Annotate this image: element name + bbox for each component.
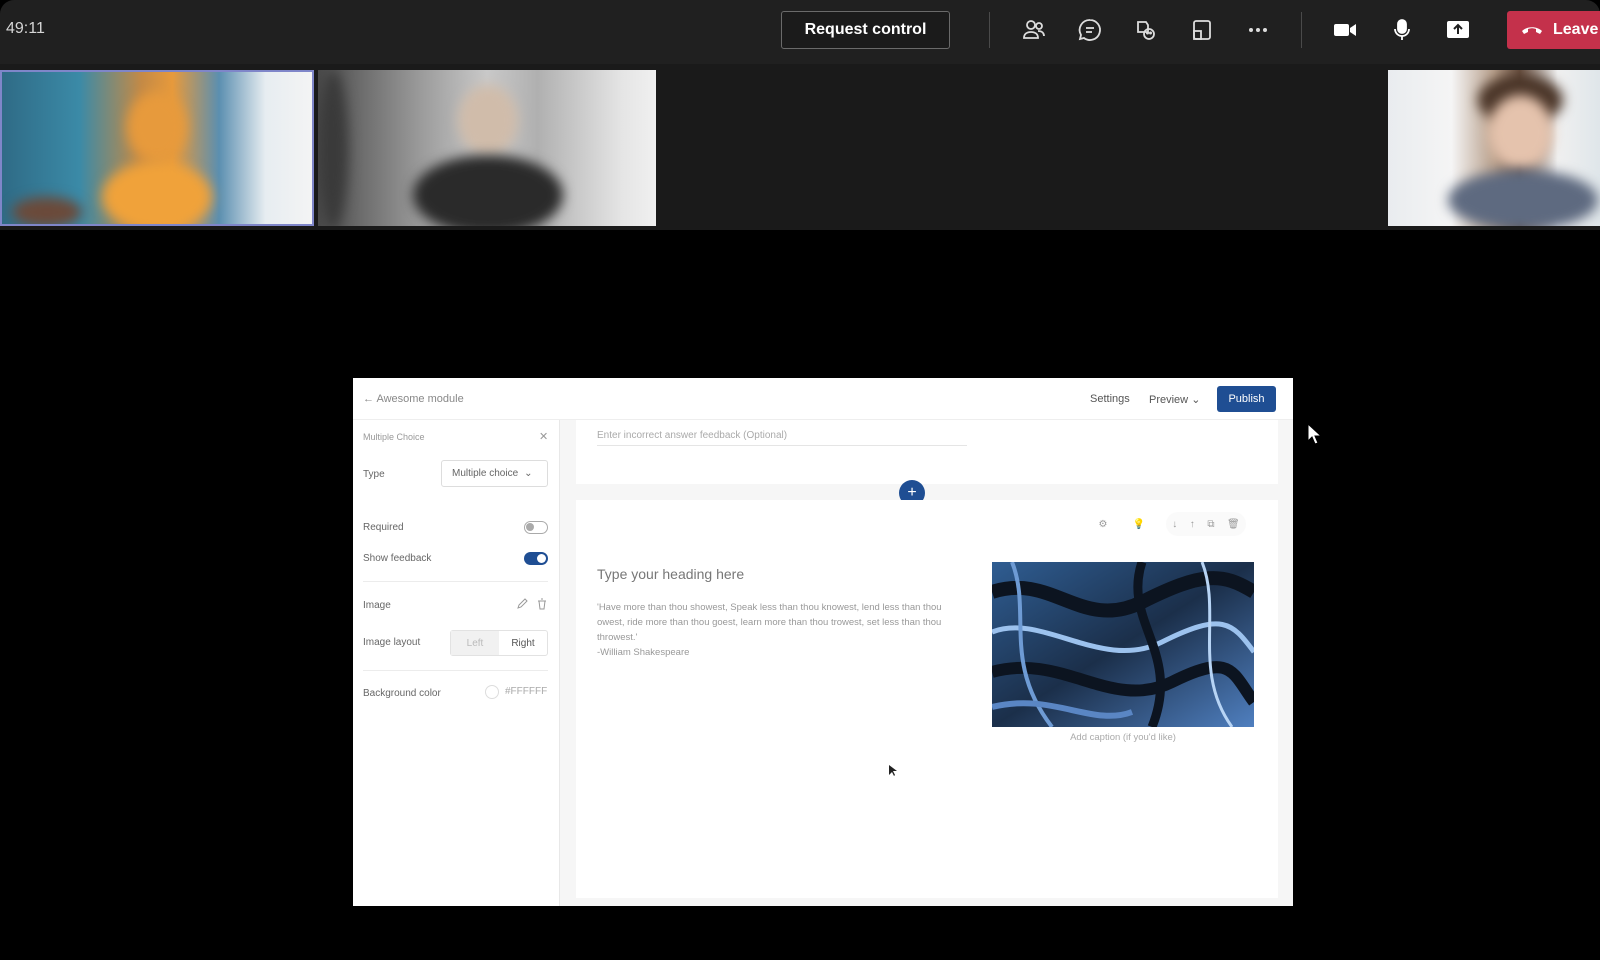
camera-icon[interactable]: [1331, 16, 1359, 44]
divider: [363, 670, 548, 671]
background-color-label: Background color: [363, 688, 441, 699]
image-layout-label: Image layout: [363, 637, 421, 648]
remote-cursor-icon: [889, 765, 897, 776]
shared-screen: ← Awesome module Settings Preview ⌄ Publ…: [353, 378, 1293, 906]
marble-image[interactable]: [992, 562, 1254, 727]
meeting-toolbar: 49:11 Request control Leave: [0, 0, 1600, 64]
show-feedback-label: Show feedback: [363, 553, 432, 564]
participant-video-strip: [0, 64, 1600, 230]
type-value: Multiple choice: [452, 468, 519, 479]
chevron-down-icon: ⌄: [1191, 394, 1201, 406]
share-screen-icon[interactable]: [1444, 16, 1472, 44]
divider: [363, 581, 548, 582]
settings-link[interactable]: Settings: [1090, 393, 1130, 405]
back-link[interactable]: ← Awesome module: [363, 393, 464, 405]
copy-icon[interactable]: ⧉: [1207, 519, 1214, 530]
meeting-timer: 49:11: [6, 20, 45, 37]
color-hex-input[interactable]: #FFFFFF: [505, 686, 547, 697]
block-actions: ↓ ↑ ⧉ 🗑: [1166, 512, 1246, 536]
chevron-down-icon: ⌄: [524, 468, 533, 479]
trash-icon[interactable]: 🗑: [1227, 519, 1240, 530]
quote-author: -William Shakespeare: [597, 647, 690, 658]
heading-input[interactable]: Type your heading here: [597, 566, 744, 582]
layout-left-option[interactable]: Left: [451, 631, 499, 655]
trash-icon[interactable]: [536, 598, 548, 610]
participant-video-tile[interactable]: [318, 70, 656, 226]
show-feedback-toggle[interactable]: [524, 552, 548, 565]
toolbar-divider: [1301, 12, 1302, 48]
layout-right-option[interactable]: Right: [499, 631, 547, 655]
arrow-down-icon[interactable]: ↓: [1172, 519, 1177, 530]
close-icon[interactable]: ✕: [539, 430, 548, 443]
feedback-card: Enter incorrect answer feedback (Optiona…: [576, 420, 1278, 484]
image-layout-segmented: Left Right: [450, 630, 548, 656]
mouse-cursor-icon: [1307, 423, 1323, 445]
body-text[interactable]: 'Have more than thou showest, Speak less…: [597, 600, 967, 660]
arrow-up-icon[interactable]: ↑: [1190, 519, 1195, 530]
view-icon[interactable]: [1188, 16, 1216, 44]
caption-input[interactable]: Add caption (if you'd like): [992, 732, 1254, 743]
more-icon[interactable]: [1244, 16, 1272, 44]
leave-button[interactable]: Leave: [1507, 11, 1600, 49]
lightbulb-icon[interactable]: 💡: [1127, 512, 1151, 536]
preview-label: Preview: [1149, 394, 1189, 406]
participant-video-tile[interactable]: [0, 70, 314, 226]
module-title: Awesome module: [376, 393, 464, 405]
mic-icon[interactable]: [1388, 16, 1416, 44]
preview-dropdown[interactable]: Preview ⌄: [1149, 393, 1200, 406]
self-video-tile[interactable]: [1388, 70, 1600, 226]
app-header: ← Awesome module Settings Preview ⌄ Publ…: [353, 378, 1293, 420]
panel-title: Multiple Choice: [363, 432, 425, 442]
request-control-button[interactable]: Request control: [781, 11, 950, 49]
publish-button[interactable]: Publish: [1217, 386, 1276, 412]
required-toggle[interactable]: [524, 521, 548, 534]
properties-panel: Multiple Choice ✕ Type Multiple choice ⌄…: [353, 420, 560, 906]
quote-text: 'Have more than thou showest, Speak less…: [597, 602, 942, 643]
editor-canvas: Enter incorrect answer feedback (Optiona…: [560, 420, 1293, 906]
hang-up-icon: [1522, 27, 1542, 34]
toolbar-divider: [989, 12, 990, 48]
image-label: Image: [363, 600, 391, 611]
type-select[interactable]: Multiple choice ⌄: [441, 460, 548, 487]
type-label: Type: [363, 469, 385, 480]
content-card: ⚙ 💡 ↓ ↑ ⧉ 🗑 Type your heading here 'Have…: [576, 500, 1278, 898]
feedback-input[interactable]: Enter incorrect answer feedback (Optiona…: [597, 430, 967, 446]
settings-icon[interactable]: ⚙: [1091, 512, 1115, 536]
required-label: Required: [363, 522, 404, 533]
chat-icon[interactable]: [1076, 16, 1104, 44]
color-swatch[interactable]: [485, 685, 499, 699]
people-icon[interactable]: [1020, 16, 1048, 44]
pencil-icon[interactable]: [516, 598, 528, 610]
arrow-left-icon: ←: [363, 393, 377, 405]
leave-label: Leave: [1553, 21, 1599, 38]
reactions-icon[interactable]: [1132, 16, 1160, 44]
